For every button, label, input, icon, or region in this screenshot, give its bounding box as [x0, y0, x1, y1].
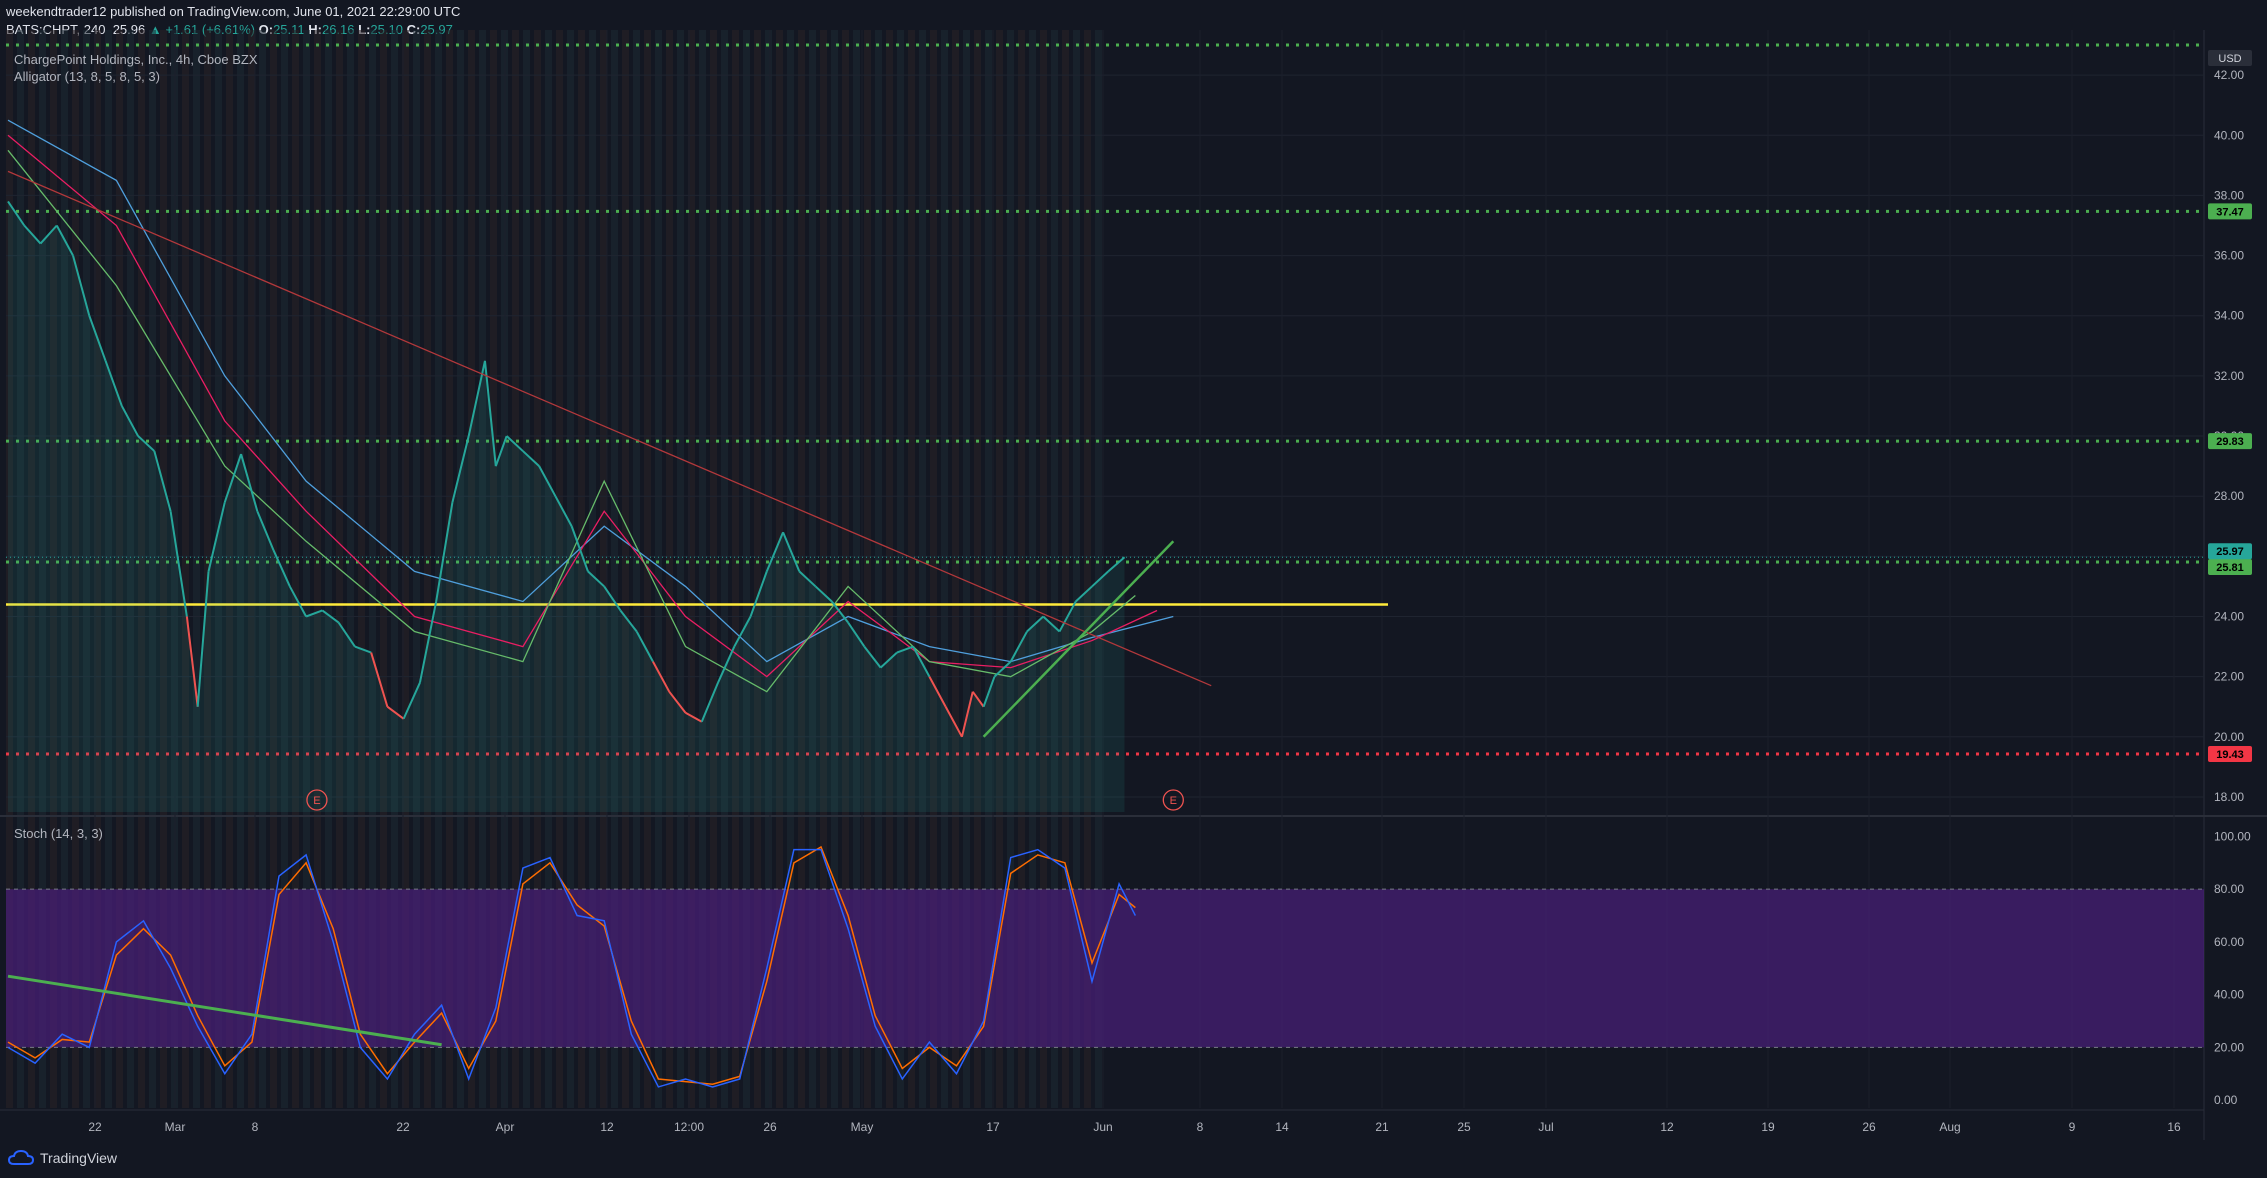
- time-tick-label: 25: [1457, 1120, 1471, 1134]
- stoch-tick-label: 20.00: [2214, 1040, 2244, 1054]
- time-tick-label: 12: [1660, 1120, 1674, 1134]
- time-tick-label: 22: [88, 1120, 102, 1134]
- level-price-label: 19.43: [2216, 749, 2244, 761]
- price-tick-label: 24.00: [2214, 610, 2244, 624]
- stoch-tick-label: 40.00: [2214, 988, 2244, 1002]
- time-tick-label: Aug: [1939, 1120, 1960, 1134]
- stoch-tick-label: 80.00: [2214, 882, 2244, 896]
- stoch-tick-label: 60.00: [2214, 935, 2244, 949]
- price-tick-label: 32.00: [2214, 369, 2244, 383]
- time-tick-label: Mar: [165, 1120, 186, 1134]
- price-tick-label: 18.00: [2214, 790, 2244, 804]
- time-tick-label: 14: [1275, 1120, 1289, 1134]
- stoch-tick-label: 100.00: [2214, 829, 2251, 843]
- price-tick-label: 28.00: [2214, 489, 2244, 503]
- chart-area[interactable]: EE 18.0020.0022.0024.0026.0028.0030.0032…: [0, 0, 2267, 1140]
- time-tick-label: 9: [2069, 1120, 2076, 1134]
- time-tick-label: 8: [252, 1120, 259, 1134]
- level-price-label: 29.83: [2216, 436, 2244, 448]
- time-tick-label: 8: [1197, 1120, 1204, 1134]
- alligator-legend[interactable]: Alligator (13, 8, 5, 8, 5, 3): [14, 69, 160, 84]
- level-price-label: 37.47: [2216, 206, 2244, 218]
- earnings-marker-label: E: [313, 795, 320, 807]
- currency-label: USD: [2218, 53, 2241, 65]
- time-tick-label: May: [851, 1120, 874, 1134]
- price-tick-label: 34.00: [2214, 309, 2244, 323]
- earnings-marker-label: E: [1170, 795, 1177, 807]
- price-tick-label: 38.00: [2214, 188, 2244, 202]
- time-tick-label: 19: [1761, 1120, 1775, 1134]
- level-price-label: 25.81: [2216, 562, 2244, 574]
- instrument-legend[interactable]: ChargePoint Holdings, Inc., 4h, Cboe BZX: [14, 52, 258, 67]
- time-tick-label: 21: [1375, 1120, 1389, 1134]
- price-tick-label: 36.00: [2214, 249, 2244, 263]
- price-tick-label: 20.00: [2214, 730, 2244, 744]
- stoch-band: [6, 889, 2204, 1048]
- stoch-tick-label: 0.00: [2214, 1093, 2238, 1107]
- time-tick-label: 22: [396, 1120, 410, 1134]
- time-tick-label: 26: [1862, 1120, 1876, 1134]
- price-tick-label: 22.00: [2214, 670, 2244, 684]
- footer-brand: TradingView: [40, 1150, 118, 1166]
- price-tick-label: 40.00: [2214, 128, 2244, 142]
- stoch-legend[interactable]: Stoch (14, 3, 3): [14, 826, 103, 841]
- time-tick-label: 16: [2167, 1120, 2181, 1134]
- time-tick-label: 26: [763, 1120, 777, 1134]
- time-tick-label: 12: [600, 1120, 614, 1134]
- time-tick-label: 17: [986, 1120, 1000, 1134]
- time-tick-label: Apr: [496, 1120, 515, 1134]
- tradingview-logo[interactable]: TradingView: [8, 1150, 117, 1166]
- price-tick-label: 42.00: [2214, 68, 2244, 82]
- last-price-label: 25.97: [2216, 546, 2244, 558]
- time-tick-label: Jun: [1093, 1120, 1112, 1134]
- cloud-icon: [8, 1150, 34, 1165]
- time-tick-label: 12:00: [674, 1120, 704, 1134]
- time-tick-label: Jul: [1538, 1120, 1553, 1134]
